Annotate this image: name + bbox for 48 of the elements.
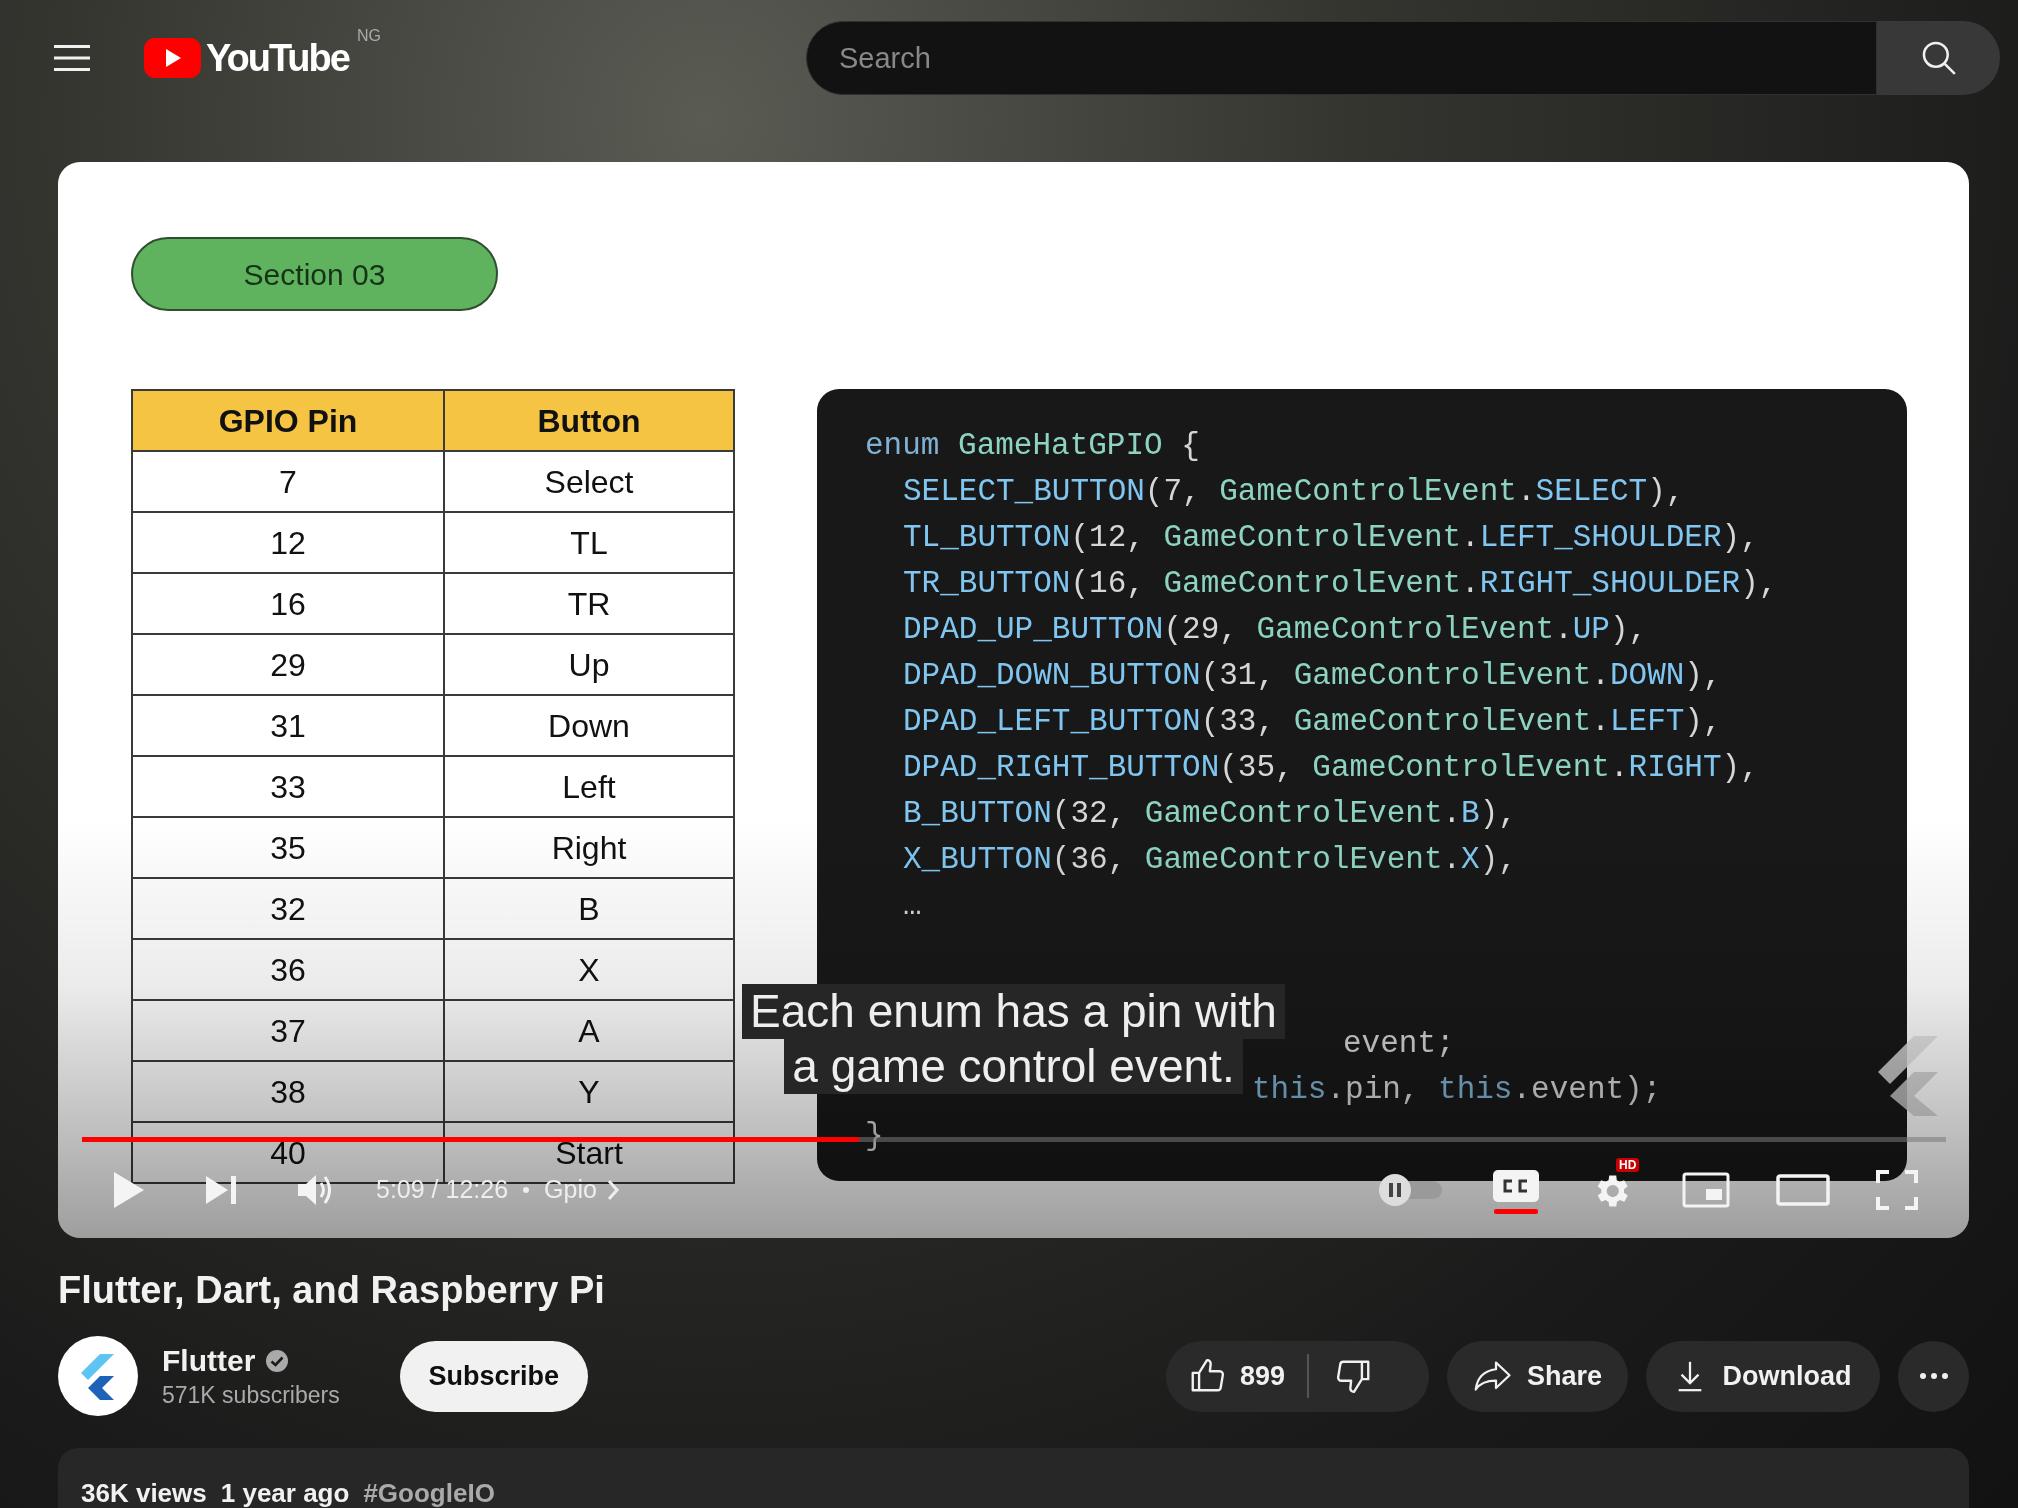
view-count: 36K views (81, 1477, 207, 1508)
channel-name[interactable]: Flutter (162, 1342, 256, 1380)
code-line: SELECT_BUTTON(7, GameControlEvent.SELECT), (903, 473, 1685, 511)
code-line: X_BUTTON(36, GameControlEvent.X), (903, 841, 1517, 879)
play-icon[interactable] (112, 1170, 146, 1210)
search-button[interactable] (1877, 21, 2000, 95)
chevron-right-icon (606, 1179, 619, 1201)
code-line: event; (1343, 1025, 1455, 1063)
code-line: TR_BUTTON(16, GameControlEvent.RIGHT_SHOULDER), (903, 565, 1778, 603)
download-button[interactable]: Download (1646, 1340, 1880, 1412)
search-field[interactable]: Search (806, 21, 1877, 95)
code-line: DPAD_RIGHT_BUTTON(35, GameControlEvent.RIGHT), (903, 749, 1759, 787)
country-code: NG (356, 26, 381, 46)
column-header: GPIO Pin (132, 390, 444, 451)
code-line: B_BUTTON(32, GameControlEvent.B), (903, 795, 1517, 833)
dot-separator-icon (522, 1186, 531, 1194)
fullscreen-icon[interactable] (1876, 1170, 1918, 1210)
theater-mode-icon[interactable] (1776, 1174, 1830, 1206)
menu-icon[interactable] (54, 45, 90, 71)
code-line: … (903, 887, 922, 925)
code-line: this.pin, this.event); (1252, 1071, 1662, 1109)
caption-text: Each enum has a pin with (742, 984, 1285, 1039)
code-line: DPAD_UP_BUTTON(29, GameControlEvent.UP), (903, 611, 1648, 649)
code-line: } (865, 1117, 884, 1155)
column-header: Button (444, 390, 734, 451)
more-dots-icon (1918, 1372, 1949, 1380)
play-logo-icon[interactable] (144, 38, 201, 78)
channel-avatar[interactable] (58, 1336, 138, 1416)
logo-text[interactable]: YouTube (206, 39, 349, 77)
share-button[interactable]: Share (1447, 1340, 1628, 1412)
next-icon[interactable] (204, 1174, 238, 1206)
code-line: DPAD_DOWN_BUTTON(31, GameControlEvent.DOWN), (903, 657, 1722, 695)
hashtag-link[interactable]: #GoogleIO (363, 1474, 495, 1508)
subscribe-button[interactable]: Subscribe (399, 1340, 588, 1412)
hd-badge: HD (1616, 1158, 1640, 1172)
flutter-logo-icon (1876, 1036, 1938, 1116)
code-line: enum GameHatGPIO { (865, 427, 1200, 465)
subscriber-count: 571K subscribers (162, 1381, 340, 1410)
like-button[interactable]: 899 (1166, 1340, 1308, 1412)
code-line: DPAD_LEFT_BUTTON(33, GameControlEvent.LEFT), (903, 703, 1722, 741)
miniplayer-icon[interactable] (1682, 1172, 1730, 1208)
caption-text: a game control event. (784, 1039, 1243, 1094)
section-pill: Section 03 (131, 237, 498, 311)
video-title: Flutter, Dart, and Raspberry Pi (58, 1268, 605, 1313)
description-panel[interactable]: 36K views 1 year ago #GoogleIO (58, 1448, 1969, 1508)
code-line: TL_BUTTON(12, GameControlEvent.LEFT_SHOULDER), (903, 519, 1759, 557)
share-arrow-icon (1472, 1358, 1513, 1394)
upload-age: 1 year ago (220, 1477, 350, 1508)
